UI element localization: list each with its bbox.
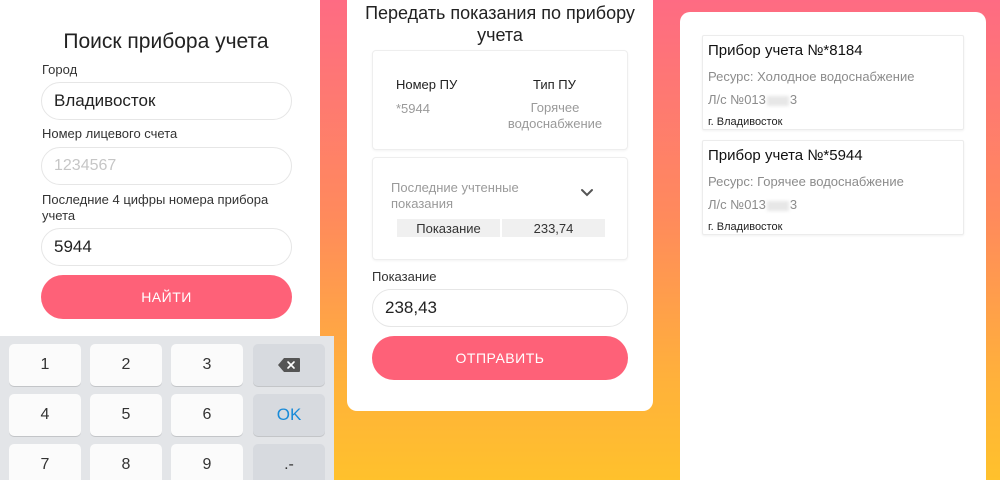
device-name: Прибор учета №*5944 <box>708 147 863 164</box>
key-3[interactable]: 3 <box>171 344 243 386</box>
device-item[interactable]: Прибор учета №*5944 Ресурс: Горячее водо… <box>702 140 964 235</box>
digits-input[interactable]: 5944 <box>41 228 292 266</box>
key-5[interactable]: 5 <box>90 394 162 436</box>
device-city: г. Владивосток <box>708 221 783 233</box>
reading-cell-value: 233,74 <box>502 219 605 237</box>
send-button[interactable]: ОТПРАВИТЬ <box>372 336 628 380</box>
numeric-keypad: 1 2 3 4 5 6 OK 7 8 9 .- <box>0 336 334 480</box>
submit-reading-card: Передать показания по прибору учета Номе… <box>347 0 653 411</box>
key-7[interactable]: 7 <box>9 444 81 480</box>
reading-input[interactable]: 238,43 <box>372 289 628 327</box>
search-card: Поиск прибора учета Город Владивосток Но… <box>0 0 320 348</box>
key-9[interactable]: 9 <box>171 444 243 480</box>
device-item[interactable]: Прибор учета №*8184 Ресурс: Холодное вод… <box>702 35 964 130</box>
key-6[interactable]: 6 <box>171 394 243 436</box>
account-label: Номер лицевого счета <box>42 126 178 141</box>
key-2[interactable]: 2 <box>90 344 162 386</box>
city-label: Город <box>42 62 78 77</box>
backspace-icon <box>278 358 300 372</box>
meter-number-value: *5944 <box>396 101 430 116</box>
redacted-mask <box>766 95 789 106</box>
reading-cell-label: Показание <box>397 219 500 237</box>
device-name: Прибор учета №*8184 <box>708 42 863 59</box>
key-1[interactable]: 1 <box>9 344 81 386</box>
device-resource: Ресурс: Горячее водоснабжение <box>708 174 904 189</box>
redacted-mask <box>766 200 789 211</box>
meter-type-header: Тип ПУ <box>533 77 576 92</box>
key-8[interactable]: 8 <box>90 444 162 480</box>
search-title: Поиск прибора учета <box>63 30 269 53</box>
backspace-key[interactable] <box>253 344 325 386</box>
device-account: Л/с №013 3 <box>708 197 798 212</box>
find-button[interactable]: НАЙТИ <box>41 275 292 319</box>
device-resource: Ресурс: Холодное водоснабжение <box>708 69 915 84</box>
meter-type-value: Горячее водоснабжение <box>507 100 603 131</box>
device-city: г. Владивосток <box>708 116 783 128</box>
device-list-card: Прибор учета №*8184 Ресурс: Холодное вод… <box>680 12 986 480</box>
meter-number-header: Номер ПУ <box>396 77 458 92</box>
submit-title: Передать показания по прибору учета <box>365 3 635 45</box>
ok-key[interactable]: OK <box>253 394 325 436</box>
device-account: Л/с №013 3 <box>708 92 798 107</box>
last-readings-card[interactable]: Последние учтенные показания <box>372 157 628 260</box>
key-4[interactable]: 4 <box>9 394 81 436</box>
last-readings-label: Последние учтенные показания <box>391 180 519 211</box>
digits-label: Последние 4 цифры номера прибора учета <box>42 192 269 223</box>
meter-info-card: Номер ПУ *5944 Тип ПУ Горячее водоснабже… <box>372 50 628 150</box>
city-input[interactable]: Владивосток <box>41 82 292 120</box>
reading-label: Показание <box>372 269 437 284</box>
chevron-down-icon[interactable] <box>580 188 594 198</box>
account-input[interactable]: 1234567 <box>41 147 292 185</box>
punctuation-key[interactable]: .- <box>253 444 325 480</box>
